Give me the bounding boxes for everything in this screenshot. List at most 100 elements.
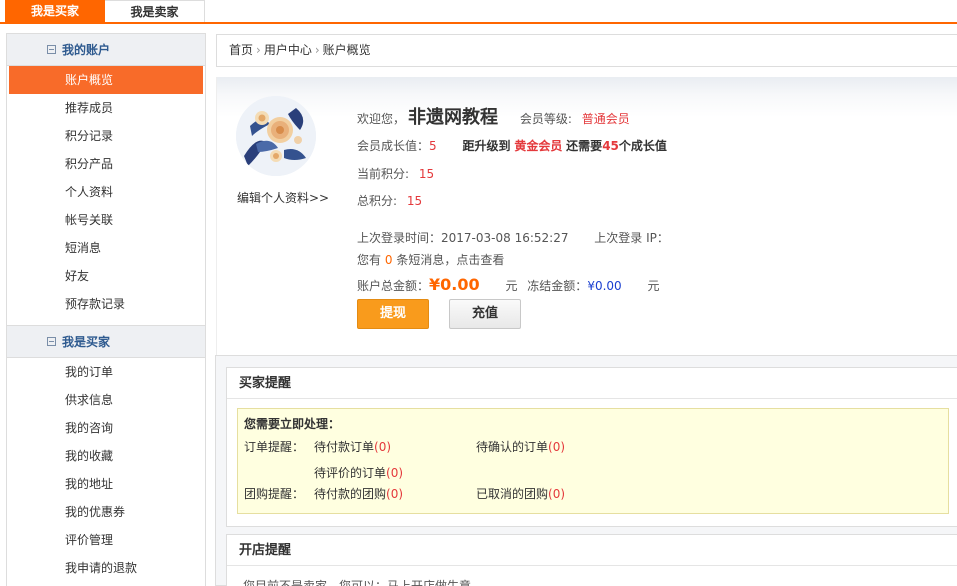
sidebar-item-messages[interactable]: 短消息: [7, 234, 205, 262]
balance-unit: 元: [505, 279, 518, 293]
collapse-icon[interactable]: [47, 45, 56, 54]
member-level: 普通会员: [581, 112, 630, 126]
points-value: 15: [418, 167, 435, 181]
item-label: 待付款的团购: [314, 487, 387, 501]
messages-row[interactable]: 您有 0 条短消息，点击查看: [357, 251, 504, 268]
messages-prefix: 您有: [357, 253, 382, 267]
upgrade-suffix: 个成长值: [618, 139, 667, 153]
cancelled-groupbuy-link[interactable]: 已取消的团购(0): [476, 485, 565, 502]
growth-row: 会员成长值：5 距升级到 黄金会员 还需要45个成长值: [357, 137, 667, 154]
sidebar-item-my-inquiries[interactable]: 我的咨询: [7, 414, 205, 442]
sidebar-item-my-addresses[interactable]: 我的地址: [7, 470, 205, 498]
breadcrumb: 首页 › 用户中心 › 账户概览: [216, 34, 957, 67]
withdraw-button[interactable]: 提现: [357, 299, 429, 329]
total-points-value: 15: [406, 194, 423, 208]
breadcrumb-user-center[interactable]: 用户中心: [264, 43, 312, 57]
sidebar-item-profile[interactable]: 个人资料: [7, 178, 205, 206]
messages-link[interactable]: 条短消息，点击查看: [396, 253, 504, 267]
collapse-icon[interactable]: [47, 337, 56, 346]
shop-reminder-title: 开店提醒: [227, 535, 957, 566]
recharge-button[interactable]: 充值: [449, 299, 521, 329]
sidebar-item-my-orders[interactable]: 我的订单: [7, 358, 205, 386]
chevron-right-icon: ›: [314, 43, 320, 57]
buyer-menu: 我的订单 供求信息 我的咨询 我的收藏 我的地址 我的优惠券 评价管理 我申请的…: [7, 358, 205, 582]
chevron-right-icon: ›: [256, 43, 261, 57]
frozen-label: 冻结金额：: [527, 279, 588, 293]
buyer-reminder-panel: 买家提醒 您需要立即处理： 订单提醒： 待付款订单(0) 待确认的订单(0) 待…: [226, 367, 957, 527]
item-count: (0): [386, 466, 404, 480]
breadcrumb-home[interactable]: 首页: [229, 43, 253, 57]
item-count: (0): [548, 487, 566, 501]
pending-payment-groupbuy-link[interactable]: 待付款的团购(0): [314, 485, 403, 502]
item-label: 待确认的订单: [476, 440, 549, 454]
sidebar-item-friends[interactable]: 好友: [7, 262, 205, 290]
shop-reminder-panel: 开店提醒 您目前不是卖家，您可以：马上开店做生意: [226, 534, 957, 586]
sidebar-section-label: 我的账户: [62, 43, 111, 57]
points-label: 当前积分:: [357, 167, 410, 181]
total-points-row: 总积分: 15: [357, 192, 422, 209]
top-tab-bar: 我是买家 我是卖家: [0, 0, 957, 24]
upgrade-need: 45: [602, 139, 619, 153]
item-count: (0): [548, 440, 566, 454]
sidebar-section-account[interactable]: 我的账户: [7, 34, 205, 66]
item-label: 已取消的团购: [476, 487, 549, 501]
pending-actions-box: 您需要立即处理： 订单提醒： 待付款订单(0) 待确认的订单(0) 待评价的订单…: [237, 408, 949, 514]
sidebar-item-deposit-log[interactable]: 预存款记录: [7, 290, 205, 318]
sidebar-divider: [7, 318, 205, 326]
order-reminder-label: 订单提醒：: [244, 440, 305, 454]
sidebar-item-refunds[interactable]: 我申请的退款: [7, 554, 205, 582]
balance-value: ¥0.00: [429, 275, 480, 294]
sidebar-section-buyer[interactable]: 我是买家: [7, 326, 205, 358]
points-row: 当前积分: 15: [357, 165, 434, 182]
last-ip-label: 上次登录 IP：: [594, 231, 669, 245]
last-login-row: 上次登录时间：2017-03-08 16:52:27 上次登录 IP：: [357, 229, 669, 246]
upgrade-mid: 还需要: [566, 139, 603, 153]
balance-row: 账户总金额：¥0.00 元 冻结金额：¥0.00 元: [357, 275, 660, 294]
sidebar: 我的账户 账户概览 推荐成员 积分记录 积分产品 个人资料 帐号关联 短消息 好…: [6, 33, 206, 586]
upgrade-prefix: 距升级到: [462, 139, 511, 153]
frozen-value: ¥0.00: [587, 279, 622, 293]
pending-confirm-orders-link[interactable]: 待确认的订单(0): [476, 438, 565, 455]
pending-heading: 您需要立即处理：: [244, 417, 341, 431]
edit-profile-link[interactable]: 编辑个人资料>>: [237, 189, 329, 206]
messages-count: 0: [384, 253, 393, 267]
last-login-time: 2017-03-08 16:52:27: [441, 231, 569, 245]
growth-label: 会员成长值：: [357, 139, 430, 153]
total-points-label: 总积分:: [357, 194, 398, 208]
upgrade-level: 黄金会员: [514, 139, 563, 153]
member-level-label: 会员等级:: [519, 112, 572, 126]
item-count: (0): [374, 440, 392, 454]
sidebar-item-reviews[interactable]: 评价管理: [7, 526, 205, 554]
item-count: (0): [386, 487, 404, 501]
shop-reminder-text[interactable]: 您目前不是卖家，您可以：马上开店做生意: [243, 577, 471, 586]
pending-payment-orders-link[interactable]: 待付款订单(0): [314, 438, 391, 455]
group-reminder-label: 团购提醒：: [244, 487, 305, 501]
growth-value: 5: [429, 139, 437, 153]
sidebar-section-label: 我是买家: [62, 335, 111, 349]
frozen-unit: 元: [647, 279, 660, 293]
sidebar-item-points-products[interactable]: 积分产品: [7, 150, 205, 178]
account-menu: 账户概览 推荐成员 积分记录 积分产品 个人资料 帐号关联 短消息 好友 预存款…: [7, 66, 205, 318]
sidebar-item-my-favorites[interactable]: 我的收藏: [7, 442, 205, 470]
username: 非遗网教程: [408, 107, 499, 128]
avatar[interactable]: [236, 96, 316, 176]
buyer-reminder-title: 买家提醒: [227, 368, 957, 399]
welcome-row: 欢迎您， 非遗网教程 会员等级: 普通会员: [357, 103, 630, 129]
sidebar-item-points-log[interactable]: 积分记录: [7, 122, 205, 150]
tab-seller[interactable]: 我是卖家: [105, 0, 205, 22]
item-label: 待评价的订单: [314, 466, 387, 480]
sidebar-item-account-overview[interactable]: 账户概览: [9, 66, 203, 94]
breadcrumb-current: 账户概览: [322, 43, 371, 57]
sidebar-item-my-coupons[interactable]: 我的优惠券: [7, 498, 205, 526]
sidebar-item-supply-demand[interactable]: 供求信息: [7, 386, 205, 414]
account-summary: 编辑个人资料>> 欢迎您， 非遗网教程 会员等级: 普通会员 会员成长值：5 距升…: [216, 77, 957, 355]
tab-buyer[interactable]: 我是买家: [5, 0, 105, 22]
sidebar-item-account-link[interactable]: 帐号关联: [7, 206, 205, 234]
balance-label: 账户总金额：: [357, 279, 430, 293]
pending-review-orders-link[interactable]: 待评价的订单(0): [314, 464, 403, 481]
welcome-label: 欢迎您，: [357, 112, 406, 126]
item-label: 待付款订单: [314, 440, 375, 454]
sidebar-item-referrals[interactable]: 推荐成员: [7, 94, 205, 122]
last-login-label: 上次登录时间：: [357, 231, 442, 245]
peony-avatar-image: [236, 96, 316, 176]
